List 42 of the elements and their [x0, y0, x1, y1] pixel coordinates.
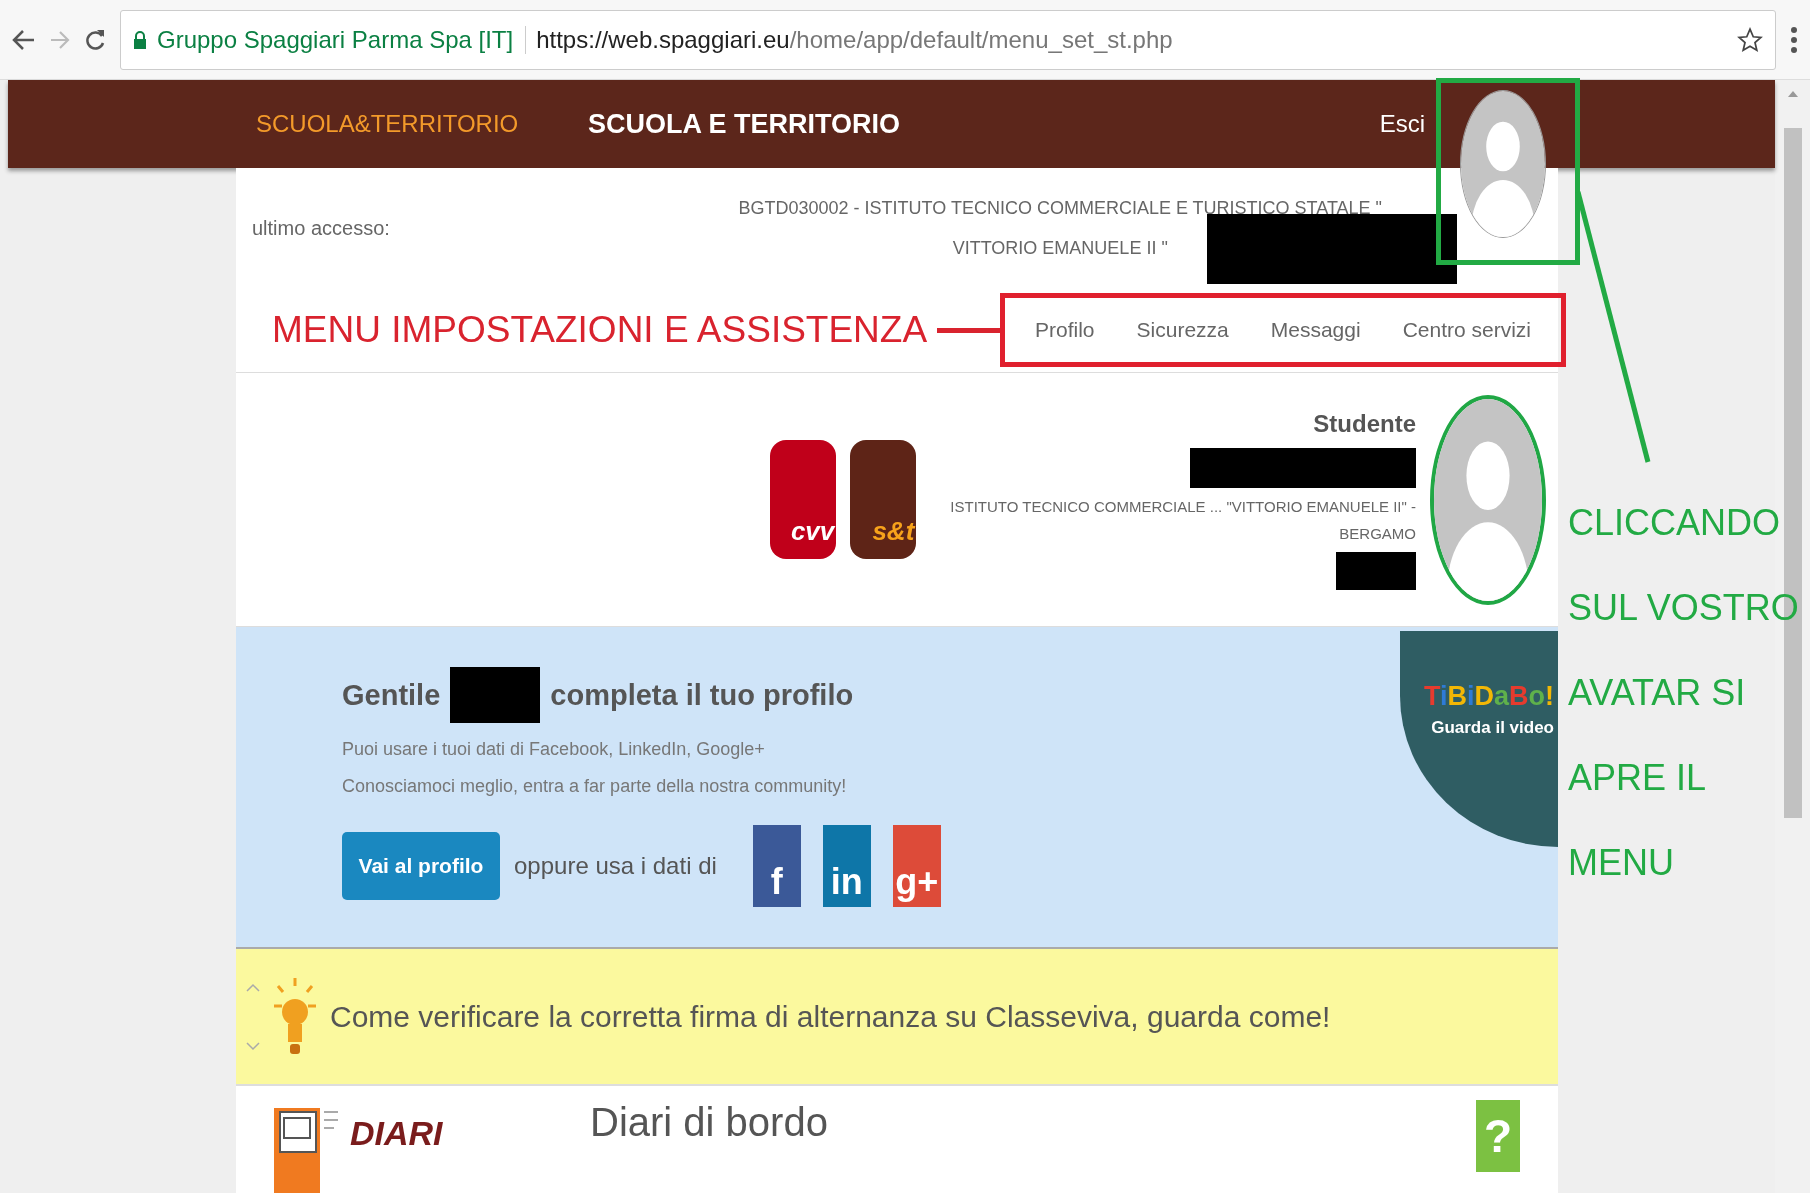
role-label: Studente [1313, 409, 1416, 438]
scroll-up-icon[interactable] [1786, 90, 1799, 98]
bookmark-star-icon[interactable] [1737, 26, 1763, 53]
school-name: BGTD030002 - ISTITUTO TECNICO COMMERCIALE E TURISTICO STATALE " [738, 197, 1382, 220]
annotation-label: MENU IMPOSTAZIONI E ASSISTENZA [272, 309, 928, 351]
social-login-button[interactable]: f [752, 825, 801, 907]
school-name: ISTITUTO TECNICO COMMERCIALE ... "VITTORIO EMANUELE II" - [950, 497, 1416, 515]
menu-item[interactable]: Sicurezza [1120, 318, 1245, 342]
section-logo-text: DIARI [350, 1114, 444, 1153]
video-badge[interactable]: TiBiDaBo! Guarda il video [1400, 631, 1558, 847]
lock-icon [133, 29, 147, 50]
chevron-up-icon[interactable] [246, 982, 260, 992]
logout-link[interactable]: Esci [1379, 110, 1425, 138]
address-bar[interactable]: Gruppo Spaggiari Parma Spa [IT] https://web.spaggiari.eu/home/app/default/menu_set_st.php [120, 9, 1776, 70]
url-text: https://web.spaggiari.eu/home/app/default/menu_set_st.php [536, 25, 1173, 54]
city-label: BERGAMO [1339, 524, 1416, 542]
app-tile[interactable]: cvv [770, 440, 837, 559]
site-logo[interactable]: SCUOLA&TERRITORIO [256, 110, 588, 138]
profile-button[interactable]: Vai al profilo [342, 832, 500, 900]
school-name: VITTORIO EMANUELE II " [951, 237, 1169, 260]
section-title: Diari di bordo [590, 1100, 829, 1145]
social-login-button[interactable]: in [822, 825, 871, 907]
reload-icon[interactable] [84, 27, 106, 52]
last-access-label: ultimo accesso: [252, 216, 390, 240]
forward-icon[interactable] [50, 30, 70, 49]
greeting-text: Gentile [342, 678, 441, 712]
menu-item[interactable]: Centro servizi [1386, 318, 1547, 342]
menu-item[interactable]: Messaggi [1254, 318, 1377, 342]
alternative-text: oppure usa i dati di [514, 852, 717, 880]
site-title: SCUOLA E TERRITORIO [588, 108, 902, 140]
banner-text: Puoi usare i tuoi dati di Facebook, LinkedIn, Google+ [342, 739, 765, 760]
notice-link[interactable]: Come verificare la corretta firma di alternanza su Classeviva, guarda come! [330, 999, 1331, 1034]
menu-item[interactable]: Profilo [1019, 318, 1111, 342]
banner-heading: completa il tuo profilo [550, 678, 854, 712]
site-identity: Gruppo Spaggiari Parma Spa [IT] [157, 25, 527, 54]
banner-text: Conosciamoci meglio, entra a far parte della nostra community! [342, 776, 847, 797]
app-tile[interactable]: s&t [850, 440, 917, 559]
menu-icon[interactable] [1790, 25, 1798, 54]
annotation-text: CLICCANDO SUL VOSTRO AVATAR SI APRE IL MENU [1568, 501, 1799, 885]
back-icon[interactable] [12, 28, 36, 51]
chevron-down-icon[interactable] [246, 1041, 260, 1051]
social-login-button[interactable]: g+ [892, 825, 941, 907]
